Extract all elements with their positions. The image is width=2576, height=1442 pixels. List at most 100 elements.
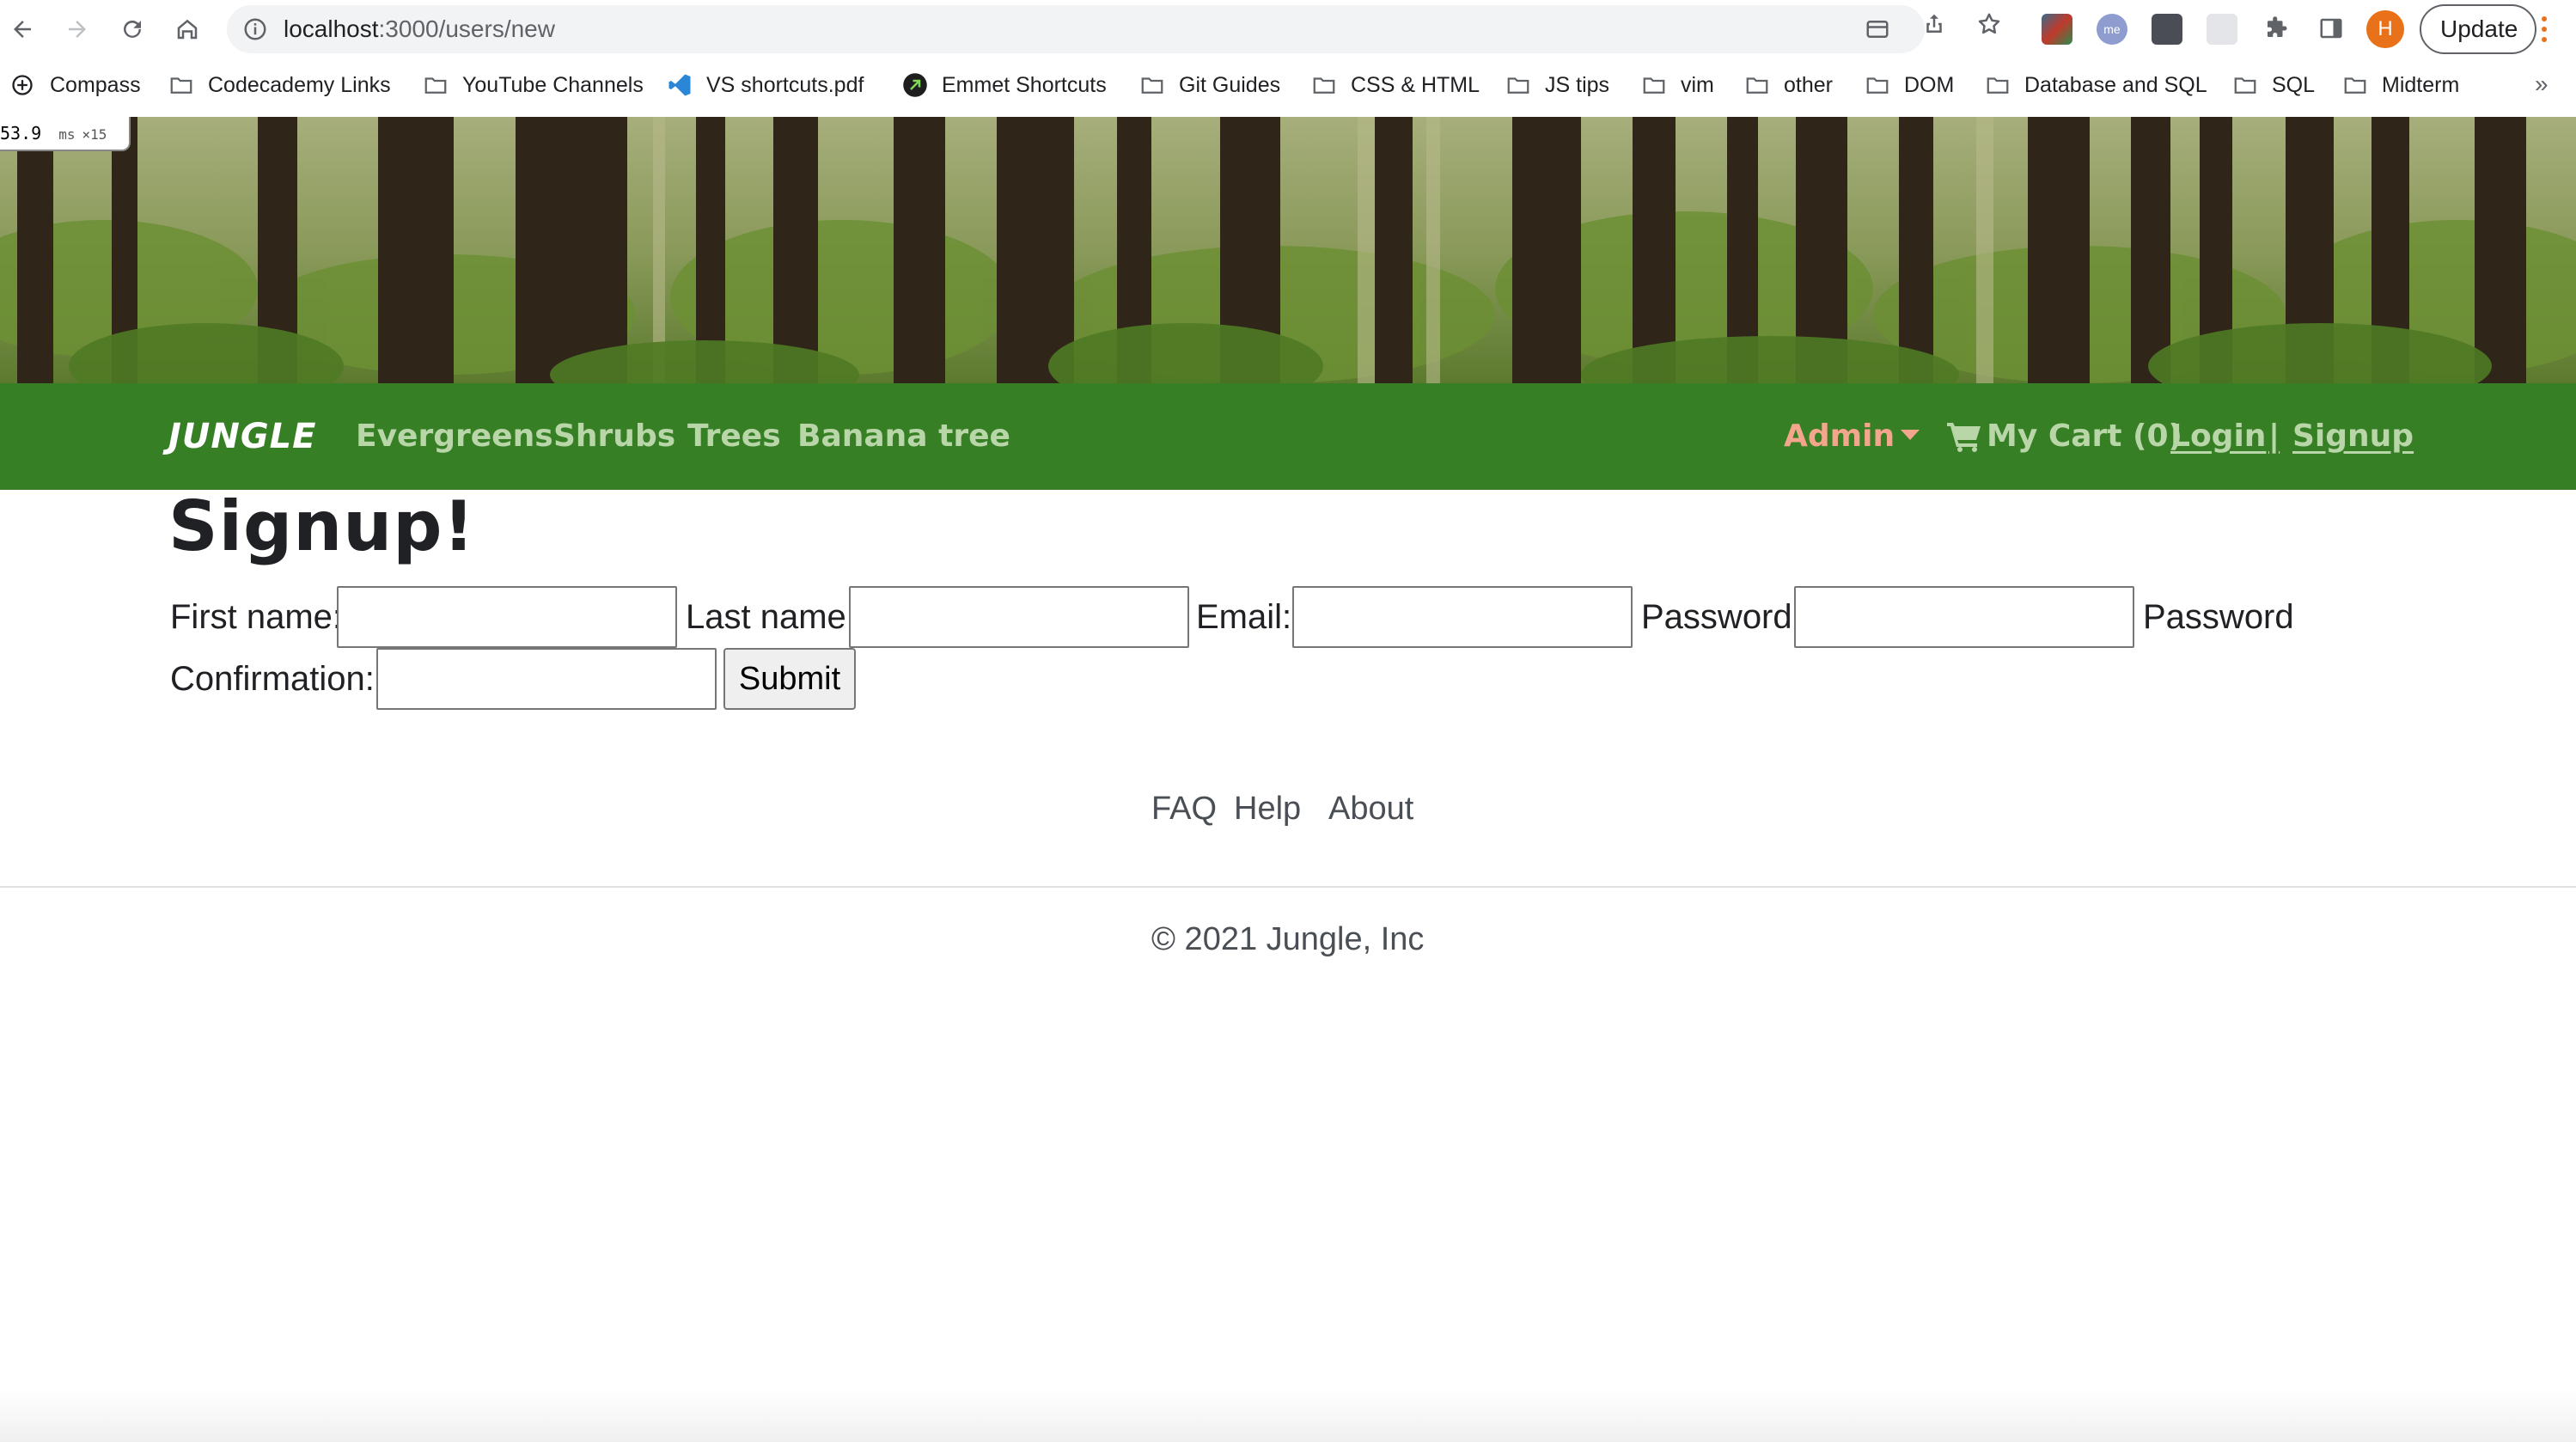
url-host: localhost bbox=[284, 15, 379, 42]
page-title: Signup! bbox=[168, 486, 475, 566]
bookmark-label: Compass bbox=[50, 72, 141, 97]
password-confirmation-label-line2: Confirmation: bbox=[170, 660, 375, 698]
email-input[interactable] bbox=[1292, 586, 1633, 648]
tab-search-icon[interactable] bbox=[1865, 16, 1890, 42]
bookmark-vs-shortcuts[interactable]: VS shortcuts.pdf bbox=[667, 58, 864, 112]
perf-unit: ms bbox=[58, 126, 76, 143]
bookmark-label: CSS & HTML bbox=[1351, 72, 1480, 97]
vscode-icon bbox=[667, 72, 693, 98]
bookmark-label: Git Guides bbox=[1179, 72, 1281, 97]
password-confirmation-input[interactable] bbox=[376, 648, 717, 710]
folder-icon bbox=[423, 72, 449, 98]
submit-button[interactable]: Submit bbox=[723, 648, 856, 710]
folder-icon bbox=[1505, 72, 1531, 98]
bookmarks-bar: Compass Codecademy Links YouTube Channel… bbox=[0, 58, 2576, 117]
shopping-cart-icon bbox=[1947, 421, 1981, 452]
bookmark-midterm[interactable]: Midterm bbox=[2342, 58, 2459, 112]
bookmark-label: JS tips bbox=[1545, 72, 1610, 97]
puzzle-extensions-icon[interactable] bbox=[2263, 15, 2289, 41]
folder-icon bbox=[1744, 72, 1770, 98]
folder-icon bbox=[2232, 72, 2258, 98]
bookmark-dom[interactable]: DOM bbox=[1865, 58, 1954, 112]
side-panel-icon[interactable] bbox=[2318, 15, 2344, 41]
profile-avatar[interactable]: H bbox=[2366, 10, 2404, 48]
bookmark-label: Codecademy Links bbox=[208, 72, 391, 97]
nav-link-shrubs[interactable]: Shrubs bbox=[553, 383, 675, 490]
folder-icon bbox=[1641, 72, 1667, 98]
perf-count: ×15 bbox=[82, 126, 107, 143]
bottom-shadow bbox=[0, 1390, 2576, 1442]
perf-badge: 53.9 ms ×15 bbox=[0, 117, 131, 151]
bookmark-codecademy-links[interactable]: Codecademy Links bbox=[168, 58, 391, 112]
site-info-icon[interactable] bbox=[242, 16, 268, 42]
folder-icon bbox=[1985, 72, 2011, 98]
bookmark-youtube-channels[interactable]: YouTube Channels bbox=[423, 58, 644, 112]
last-name-input[interactable] bbox=[849, 586, 1189, 648]
extension-grid-icon[interactable] bbox=[2207, 14, 2237, 45]
bookmark-git-guides[interactable]: Git Guides bbox=[1139, 58, 1280, 112]
reload-icon[interactable] bbox=[113, 10, 151, 48]
password-input[interactable] bbox=[1794, 586, 2134, 648]
footer-divider bbox=[0, 886, 2576, 888]
nav-link-evergreens[interactable]: Evergreens bbox=[356, 383, 553, 490]
bookmark-label: vim bbox=[1681, 72, 1714, 97]
nav-link-banana-tree[interactable]: Banana tree bbox=[797, 383, 1010, 490]
nav-link-trees[interactable]: Trees bbox=[687, 383, 781, 490]
footer-link-faq[interactable]: FAQ bbox=[1151, 791, 1217, 828]
admin-dropdown[interactable]: Admin bbox=[1784, 383, 1895, 490]
compass-icon bbox=[10, 72, 36, 98]
last-name-label: Last name: bbox=[686, 598, 856, 636]
hero-forest-banner bbox=[0, 117, 2576, 383]
address-bar[interactable]: localhost:3000/users/new bbox=[227, 5, 1925, 53]
bookmark-label: YouTube Channels bbox=[462, 72, 644, 97]
nav-link-cart[interactable]: My Cart (0) bbox=[1987, 383, 2182, 490]
bookmark-other[interactable]: other bbox=[1744, 58, 1833, 112]
bookmark-sql[interactable]: SQL bbox=[2232, 58, 2315, 112]
perf-value: 53.9 bbox=[0, 123, 42, 144]
bookmark-star-icon[interactable] bbox=[1976, 11, 2002, 37]
email-label: Email: bbox=[1196, 598, 1292, 636]
bookmark-label: Emmet Shortcuts bbox=[942, 72, 1107, 97]
bookmark-label: Midterm bbox=[2382, 72, 2460, 97]
brand-logo[interactable]: JUNGLE bbox=[168, 383, 316, 490]
back-arrow-icon[interactable] bbox=[3, 10, 41, 48]
url-text: localhost:3000/users/new bbox=[284, 5, 555, 53]
footer-link-help[interactable]: Help bbox=[1234, 791, 1301, 828]
menu-kebab-icon[interactable] bbox=[2540, 14, 2549, 45]
bookmark-vim[interactable]: vim bbox=[1641, 58, 1714, 112]
folder-icon bbox=[2342, 72, 2368, 98]
bookmark-label: VS shortcuts.pdf bbox=[706, 72, 864, 97]
extension-elephant-icon[interactable] bbox=[2152, 14, 2182, 45]
bookmark-label: SQL bbox=[2272, 72, 2316, 97]
bookmarks-overflow-chevron-icon[interactable]: » bbox=[2535, 70, 2549, 98]
bookmark-label: DOM bbox=[1904, 72, 1955, 97]
bookmark-css-html[interactable]: CSS & HTML bbox=[1311, 58, 1480, 112]
folder-icon bbox=[168, 72, 194, 98]
update-button[interactable]: Update bbox=[2420, 4, 2536, 54]
extension-me-icon[interactable]: me bbox=[2097, 14, 2127, 45]
bookmark-emmet-shortcuts[interactable]: Emmet Shortcuts bbox=[902, 58, 1107, 112]
extension-color-icon[interactable] bbox=[2042, 14, 2072, 45]
footer-link-about[interactable]: About bbox=[1328, 791, 1413, 828]
caret-down-icon bbox=[1901, 430, 1920, 440]
password-confirmation-label-line1: Password bbox=[2143, 598, 2294, 636]
nav-separator: | bbox=[2268, 419, 2280, 454]
emmet-icon bbox=[902, 72, 928, 98]
home-icon[interactable] bbox=[168, 10, 206, 48]
bookmark-database-and-sql[interactable]: Database and SQL bbox=[1985, 58, 2207, 112]
browser-toolbar: localhost:3000/users/new me H Update bbox=[0, 0, 2576, 58]
bookmark-js-tips[interactable]: JS tips bbox=[1505, 58, 1609, 112]
forward-arrow-icon[interactable] bbox=[58, 10, 96, 48]
first-name-input[interactable] bbox=[337, 586, 677, 648]
bookmark-label: other bbox=[1784, 72, 1833, 97]
url-path: :3000/users/new bbox=[378, 15, 555, 42]
nav-link-login[interactable]: Login bbox=[2170, 383, 2266, 490]
folder-icon bbox=[1865, 72, 1890, 98]
first-name-label: First name: bbox=[170, 598, 343, 636]
site-navbar: JUNGLE Evergreens Shrubs Trees Banana tr… bbox=[0, 383, 2576, 490]
copyright-text: © 2021 Jungle, Inc bbox=[1151, 921, 1425, 957]
bookmark-compass[interactable]: Compass bbox=[10, 58, 141, 112]
nav-link-signup[interactable]: Signup bbox=[2292, 383, 2414, 490]
share-icon[interactable] bbox=[1921, 11, 1947, 37]
folder-icon bbox=[1311, 72, 1337, 98]
